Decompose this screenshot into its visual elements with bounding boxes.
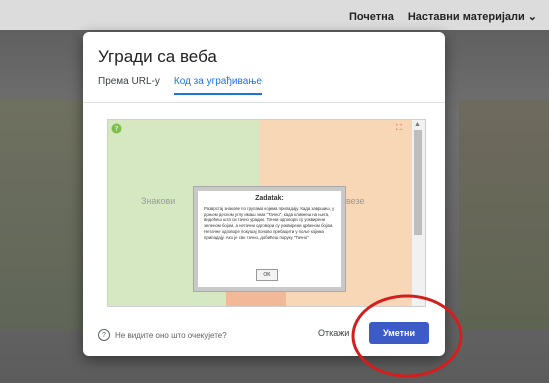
annotation-ellipse — [351, 294, 463, 378]
